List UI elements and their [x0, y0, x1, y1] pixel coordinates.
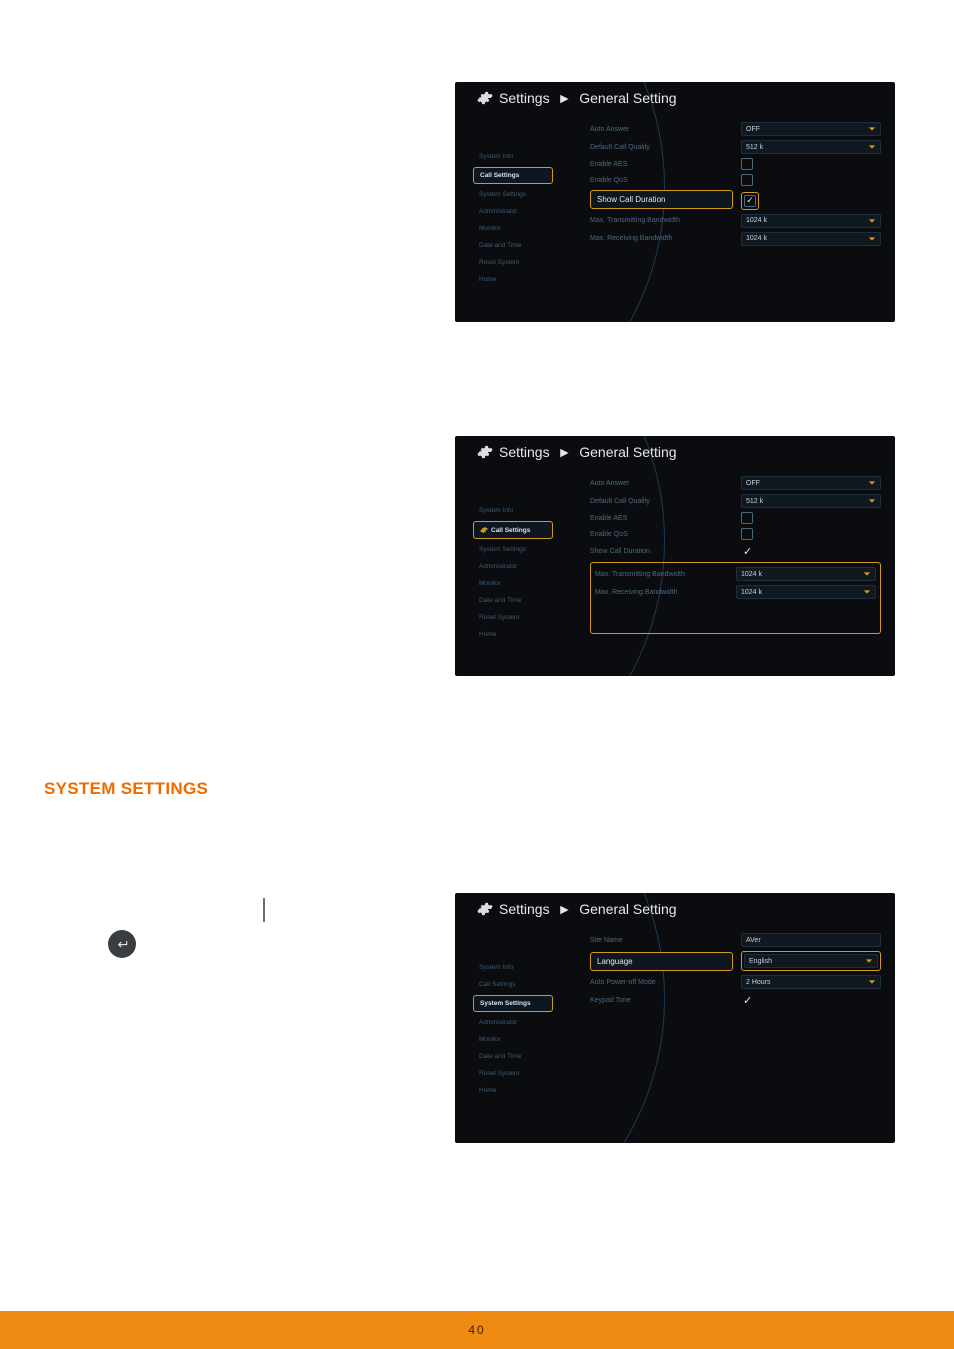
- label-default-quality: Default Call Quality: [590, 144, 733, 151]
- auto-answer-select[interactable]: OFF: [741, 476, 881, 490]
- screenshot-call-settings-bandwidth: Settings ► General Setting System Info C…: [455, 436, 895, 676]
- site-name-field[interactable]: AVer: [741, 933, 881, 947]
- sidebar-item-reset-system[interactable]: Reset System: [473, 1067, 568, 1080]
- screenshot-system-settings-language: Settings ► General Setting System Info C…: [455, 893, 895, 1143]
- sidebar-item-monitor[interactable]: Monitor: [473, 1033, 568, 1046]
- label-language: Language: [590, 952, 733, 971]
- label-default-quality: Default Call Quality: [590, 498, 733, 505]
- text-cursor-mark: [263, 898, 265, 922]
- sidebar: System Info Call Settings System Setting…: [473, 150, 568, 286]
- sidebar-item-call-settings[interactable]: Call Settings: [473, 167, 553, 184]
- label-enable-aes: Enable AES: [590, 161, 733, 168]
- label-tx-bandwidth: Max. Transmitting Bandwidth: [590, 217, 733, 224]
- settings-form: Auto Answer OFF Default Call Quality 512…: [590, 122, 881, 246]
- tx-bandwidth-select[interactable]: 1024 k: [736, 567, 876, 581]
- section-heading-system-settings: SYSTEM SETTINGS: [44, 779, 208, 799]
- auto-answer-select[interactable]: OFF: [741, 122, 881, 136]
- enable-qos-checkbox[interactable]: [741, 174, 753, 186]
- default-quality-select[interactable]: 512 k: [741, 140, 881, 154]
- chevron-down-icon: [868, 125, 876, 133]
- sidebar-item-date-time[interactable]: Date and Time: [473, 1050, 568, 1063]
- sidebar-item-home[interactable]: Home: [473, 1084, 568, 1097]
- label-show-call-duration: Show Call Duration: [590, 190, 733, 209]
- sidebar-item-monitor[interactable]: Monitor: [473, 577, 568, 590]
- label-tx-bandwidth: Max. Transmitting Bandwidth: [595, 571, 728, 578]
- label-auto-answer: Auto Answer: [590, 126, 733, 133]
- sidebar-item-home[interactable]: Home: [473, 273, 568, 286]
- keypad-tone-checkbox[interactable]: [741, 993, 881, 1007]
- sidebar-item-date-time[interactable]: Date and Time: [473, 239, 568, 252]
- show-duration-checkbox[interactable]: [744, 195, 756, 207]
- sidebar-item-reset-system[interactable]: Reset System: [473, 611, 568, 624]
- sidebar-item-system-settings[interactable]: System Settings: [473, 188, 568, 201]
- label-keypad-tone: Keypad Tone: [590, 997, 733, 1004]
- chevron-down-icon: [868, 217, 876, 225]
- gear-icon: [480, 526, 488, 534]
- language-select[interactable]: English: [744, 954, 878, 968]
- label-show-call-duration: Show Call Duration: [590, 548, 733, 555]
- chevron-down-icon: [863, 588, 871, 596]
- language-highlight: English: [741, 951, 881, 971]
- show-duration-highlight: [741, 192, 759, 210]
- enable-aes-checkbox[interactable]: [741, 512, 753, 524]
- sidebar-item-administrator[interactable]: Administrator: [473, 1016, 568, 1029]
- label-site-name: Site Name: [590, 937, 733, 944]
- settings-form: Auto Answer OFF Default Call Quality 512…: [590, 476, 881, 634]
- sidebar-item-call-settings[interactable]: Call Settings: [473, 978, 568, 991]
- default-quality-select[interactable]: 512 k: [741, 494, 881, 508]
- enable-aes-checkbox[interactable]: [741, 158, 753, 170]
- rx-bandwidth-select[interactable]: 1024 k: [741, 232, 881, 246]
- chevron-down-icon: [868, 143, 876, 151]
- label-enable-qos: Enable QoS: [590, 177, 733, 184]
- chevron-down-icon: [868, 235, 876, 243]
- sidebar-item-system-info[interactable]: System Info: [473, 150, 568, 163]
- chevron-down-icon: [868, 978, 876, 986]
- settings-form: Site Name AVer Language English Auto Pow…: [590, 933, 881, 1007]
- sidebar: System Info Call Settings System Setting…: [473, 504, 568, 641]
- tx-bandwidth-select[interactable]: 1024 k: [741, 214, 881, 228]
- sidebar-item-system-settings[interactable]: System Settings: [473, 995, 553, 1012]
- auto-power-off-select[interactable]: 2 Hours: [741, 975, 881, 989]
- sidebar-item-administrator[interactable]: Administrator: [473, 205, 568, 218]
- label-auto-answer: Auto Answer: [590, 480, 733, 487]
- chevron-down-icon: [863, 570, 871, 578]
- sidebar: System Info Call Settings System Setting…: [473, 961, 568, 1097]
- label-auto-power-off: Auto Power-off Mode: [590, 979, 733, 986]
- sidebar-item-reset-system[interactable]: Reset System: [473, 256, 568, 269]
- chevron-down-icon: [865, 957, 873, 965]
- label-rx-bandwidth: Max. Receiving Bandwidth: [595, 589, 728, 596]
- bandwidth-highlight-group: Max. Transmitting Bandwidth 1024 k Max. …: [590, 562, 881, 634]
- return-icon: [115, 937, 129, 951]
- sidebar-item-home[interactable]: Home: [473, 628, 568, 641]
- chevron-down-icon: [868, 479, 876, 487]
- page-number: 40: [468, 1323, 485, 1337]
- sidebar-item-date-time[interactable]: Date and Time: [473, 594, 568, 607]
- sidebar-item-monitor[interactable]: Monitor: [473, 222, 568, 235]
- sidebar-item-call-settings[interactable]: Call Settings: [473, 521, 553, 539]
- rx-bandwidth-select[interactable]: 1024 k: [736, 585, 876, 599]
- sidebar-item-system-settings[interactable]: System Settings: [473, 543, 568, 556]
- label-enable-aes: Enable AES: [590, 515, 733, 522]
- sidebar-item-system-info[interactable]: System Info: [473, 961, 568, 974]
- label-rx-bandwidth: Max. Receiving Bandwidth: [590, 235, 733, 242]
- enter-button-icon: [108, 930, 136, 958]
- screenshot-call-settings-duration: Settings ► General Setting System Info C…: [455, 82, 895, 322]
- show-duration-checkbox[interactable]: [741, 544, 881, 558]
- label-enable-qos: Enable QoS: [590, 531, 733, 538]
- chevron-down-icon: [868, 497, 876, 505]
- sidebar-item-administrator[interactable]: Administrator: [473, 560, 568, 573]
- sidebar-item-system-info[interactable]: System Info: [473, 504, 568, 517]
- enable-qos-checkbox[interactable]: [741, 528, 753, 540]
- page-footer: 40: [0, 1311, 954, 1349]
